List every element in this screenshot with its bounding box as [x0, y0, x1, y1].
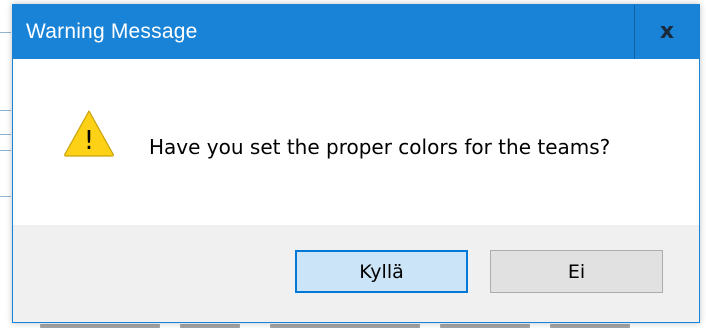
dialog-content: ! Have you set the proper colors for the…: [13, 59, 699, 225]
warning-icon: !: [64, 110, 114, 157]
dialog-button-bar: Kyllä Ei: [13, 225, 699, 322]
yes-button-label: Kyllä: [359, 260, 404, 283]
background-divider: [0, 150, 11, 151]
dialog-message: Have you set the proper colors for the t…: [149, 135, 611, 159]
background-divider: [0, 32, 11, 33]
no-button-label: Ei: [567, 260, 586, 283]
screen: Warning Message x ! Have you set the pro…: [0, 0, 706, 328]
warning-glyph: !: [84, 126, 94, 156]
close-button[interactable]: x: [634, 5, 699, 59]
background-window-edge: [0, 0, 12, 328]
no-button[interactable]: Ei: [490, 250, 663, 293]
yes-button[interactable]: Kyllä: [295, 250, 468, 293]
warning-dialog: Warning Message x ! Have you set the pro…: [12, 4, 700, 323]
background-divider: [0, 134, 11, 135]
dialog-title: Warning Message: [26, 20, 198, 43]
dialog-titlebar[interactable]: Warning Message x: [13, 5, 699, 59]
background-divider: [0, 110, 11, 111]
background-divider: [0, 196, 11, 197]
close-icon: x: [659, 19, 675, 44]
